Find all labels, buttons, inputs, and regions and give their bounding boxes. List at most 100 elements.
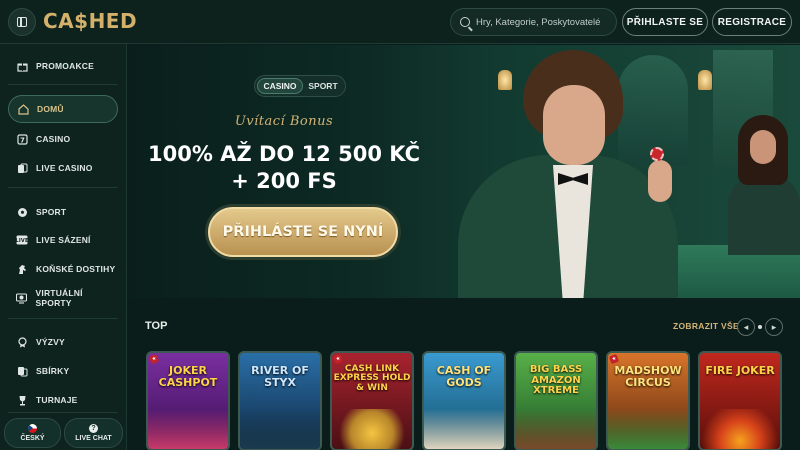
live-chat-label: LIVE CHAT [75,435,112,442]
sidebar-item-konske-dostihy[interactable]: KOŇSKÉ DOSTIHY [8,258,118,280]
carousel-indicator [758,325,762,329]
divider [8,412,118,413]
game-art [240,409,320,449]
game-card-madshow-circus[interactable]: ★ MADSHOW CIRCUS [606,351,690,450]
language-button[interactable]: ČESKÝ [4,418,61,448]
soccer-ball-icon [16,206,28,218]
svg-text:LIVE: LIVE [16,238,28,244]
sidebar-item-domu[interactable]: DOMŮ [8,95,118,123]
live-chat-button[interactable]: ? LIVE CHAT [64,418,123,448]
sidebar-item-label: LIVE SÁZENÍ [36,235,91,245]
divider [8,84,118,85]
sidebar-item-live-sazeni[interactable]: LIVE LIVE SÁZENÍ [8,229,118,251]
sidebar-toggle-icon [17,17,27,27]
chevron-left-icon: ◂ [743,321,749,332]
medal-icon [16,336,28,348]
gift-icon [16,60,28,72]
wall-lamp [698,70,712,90]
sidebar-item-label: SPORT [36,207,67,217]
live-badge-icon: LIVE [16,234,28,246]
search-placeholder: Hry, Kategorie, Poskytovatelé [476,16,601,28]
hero-banner[interactable]: CASINO SPORT Uvítací Bonus 100% AŽ DO 12… [128,45,800,298]
bonus-free-spins: + 200 FS [231,169,337,193]
czech-flag-icon [28,424,37,433]
game-card-cash-of-gods[interactable]: CASH OF GODS [422,351,506,450]
game-title: CASH LINK EXPRESS HOLD & WIN [333,364,411,393]
game-card-joker-cashpot[interactable]: ★ JOKER CASHPOT [146,351,230,450]
divider [8,187,118,188]
sidebar-item-label: DOMŮ [37,104,64,114]
game-title: MADSHOW CIRCUS [614,364,682,389]
top-header: CA$HED Hry, Kategorie, Poskytovatelé PŘI… [0,0,800,44]
exclusive-badge: ★ [608,353,620,365]
game-title: JOKER CASHPOT [158,364,218,389]
site-logo[interactable]: CA$HED [43,9,137,33]
tab-sport[interactable]: SPORT [303,78,343,94]
exclusive-badge: ★ [148,353,160,365]
game-title: RIVER OF STYX [251,364,309,389]
game-card-cash-link-express[interactable]: ★ CASH LINK EXPRESS HOLD & WIN [330,351,414,450]
sidebar-item-label: PROMOAKCE [36,61,94,71]
sidebar-item-label: VÝZVY [36,337,65,347]
game-art [424,409,504,449]
bonus-label: Uvítací Bonus [234,114,334,129]
signup-cta-button[interactable]: PŘIHLÁSTE SE NYNÍ [208,207,398,257]
section-title-top: TOP [145,320,168,332]
login-button[interactable]: PŘIHLASTE SE [622,8,708,36]
dealer-figure [728,175,800,255]
sidebar-item-promoakce[interactable]: PROMOAKCE [8,55,118,77]
exclusive-badge: ★ [332,353,344,365]
sidebar-item-live-casino[interactable]: LIVE CASINO [8,157,118,179]
game-art [332,409,412,449]
carousel-prev-button[interactable]: ◂ [737,318,755,336]
sidebar-item-casino[interactable]: 7 CASINO [8,128,118,150]
sidebar-item-vyzvy[interactable]: VÝZVY [8,331,118,353]
sidebar-item-label: VIRTUÁLNÍ SPORTY [35,288,83,308]
game-card-fire-joker[interactable]: FIRE JOKER [698,351,782,450]
sidebar-item-label: TURNAJE [36,395,78,405]
sidebar: PROMOAKCE DOMŮ 7 CASINO LIVE CASINO SPOR… [0,44,127,450]
collection-icon [16,365,28,377]
search-icon [460,17,470,27]
hero-tabs: CASINO SPORT [254,75,346,97]
game-card-big-bass-amazon-xtreme[interactable]: BIG BASS AMAZON XTREME [514,351,598,450]
man-hand [648,160,672,202]
register-button[interactable]: REGISTRACE [712,8,792,36]
sidebar-item-sport[interactable]: SPORT [8,201,118,223]
sidebar-item-label: CASINO [36,134,71,144]
sidebar-toggle-button[interactable] [8,8,36,36]
show-all-link[interactable]: ZOBRAZIT VŠE [673,321,739,331]
trophy-icon [16,394,28,406]
game-title: CASH OF GODS [436,364,492,389]
live-casino-icon [16,162,28,174]
game-art [516,409,596,449]
sidebar-item-virtualni-sporty[interactable]: VIRTUÁLNÍ SPORTY [8,287,118,309]
language-label: ČESKÝ [20,435,45,442]
sidebar-item-sbirky[interactable]: SBÍRKY [8,360,118,382]
game-card-river-of-styx[interactable]: RIVER OF STYX [238,351,322,450]
tab-casino[interactable]: CASINO [257,78,303,94]
sidebar-item-label: LIVE CASINO [36,163,93,173]
divider [8,318,118,319]
game-title: FIRE JOKER [705,364,775,377]
search-input[interactable]: Hry, Kategorie, Poskytovatelé [450,8,617,36]
dealer-face [750,130,776,164]
game-art [148,409,228,449]
game-art [700,409,780,449]
wall-lamp [498,70,512,90]
chevron-right-icon: ▸ [771,321,777,332]
svg-text:7: 7 [19,136,24,144]
bonus-headline: 100% AŽ DO 12 500 KČ [148,142,420,166]
horse-icon [16,263,28,275]
casino-icon: 7 [16,133,28,145]
sidebar-item-label: KOŇSKÉ DOSTIHY [36,264,116,274]
carousel-next-button[interactable]: ▸ [765,318,783,336]
game-art [608,409,688,449]
game-title: BIG BASS AMAZON XTREME [529,364,583,396]
help-icon: ? [89,424,98,433]
virtual-sports-icon [16,292,28,304]
casino-chip-icon [650,147,664,161]
man-face [543,85,605,165]
sidebar-item-turnaje[interactable]: TURNAJE [8,389,118,411]
sidebar-item-label: SBÍRKY [36,366,70,376]
